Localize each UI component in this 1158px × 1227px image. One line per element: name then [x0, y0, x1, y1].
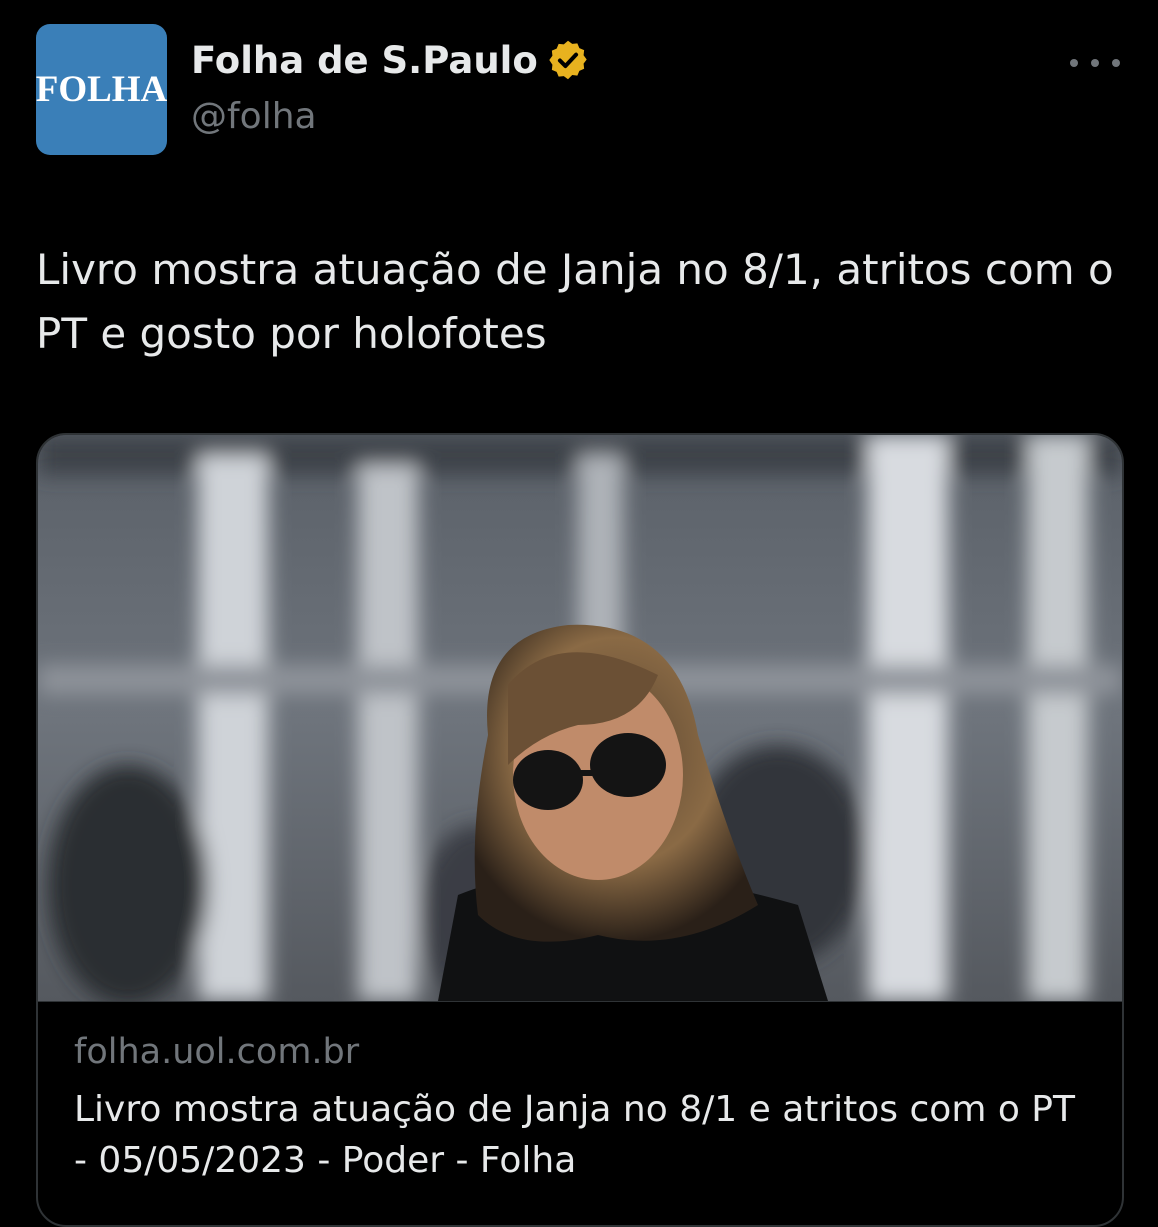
link-card-details[interactable]: folha.uol.com.br Livro mostra atuação de… [38, 1001, 1122, 1225]
article-photo[interactable] [38, 435, 1122, 1001]
link-preview-card[interactable]: folha.uol.com.br Livro mostra atuação de… [36, 433, 1124, 1227]
link-domain: folha.uol.com.br [74, 1032, 360, 1072]
verified-badge-icon [549, 40, 587, 80]
avatar-logo-text: FOLHA [35, 69, 168, 110]
account-handle[interactable]: @folha [191, 96, 317, 137]
more-options-icon [1070, 59, 1078, 67]
link-title: Livro mostra atuação de Janja no 8/1 e a… [74, 1089, 1076, 1181]
more-options-button[interactable] [1070, 48, 1120, 78]
account-avatar[interactable]: FOLHA [36, 24, 167, 155]
display-name[interactable]: Folha de S.Paulo [191, 39, 538, 82]
author-name-row: Folha de S.Paulo [191, 38, 590, 82]
tweet-text: Livro mostra atuação de Janja no 8/1, at… [36, 245, 1114, 358]
